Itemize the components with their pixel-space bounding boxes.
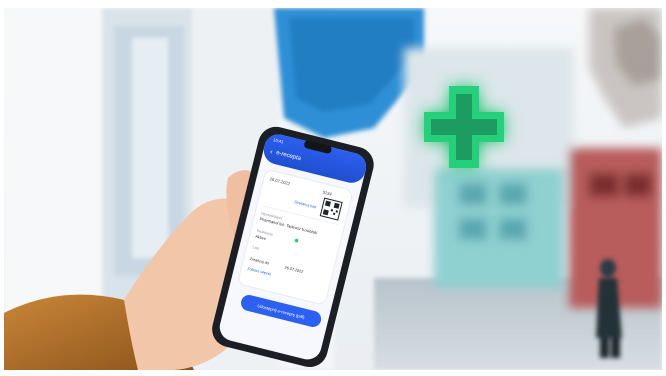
photo-scene: 10:41 ‹ e-recepta 26.07.2022 5234 Zeskan…: [4, 8, 662, 370]
qr-code-icon: [319, 197, 343, 221]
